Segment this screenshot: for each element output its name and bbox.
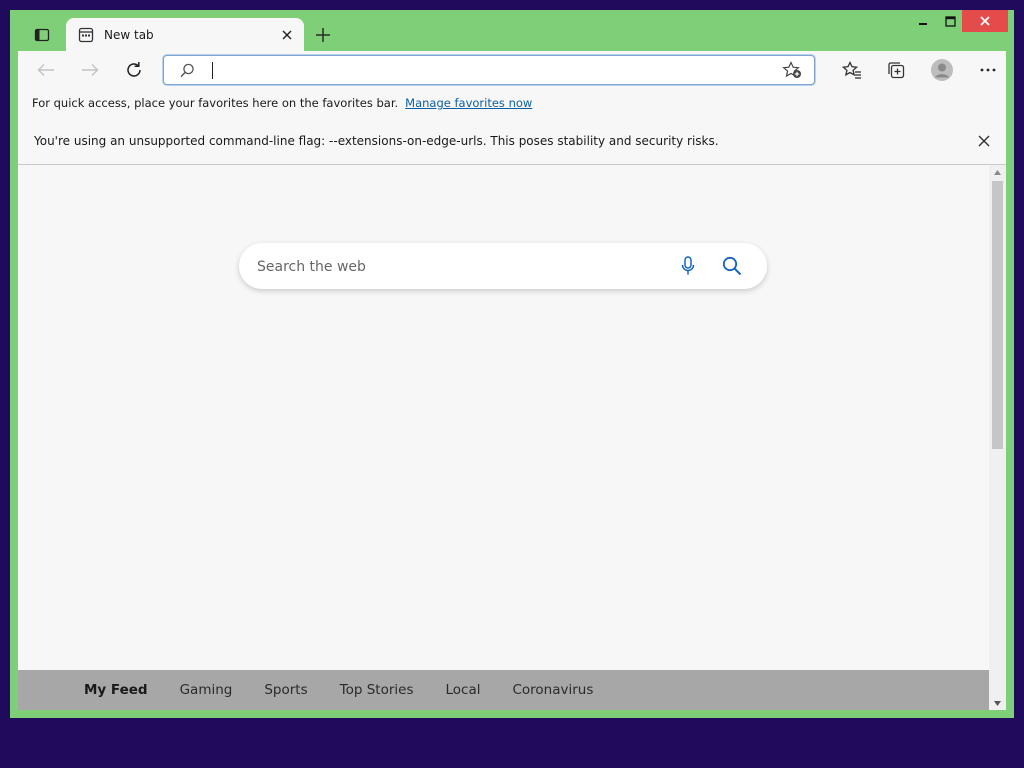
infobar-message: You're using an unsupported command-line… [34,133,719,148]
back-button[interactable] [30,56,62,84]
maximize-icon [944,15,956,27]
web-search-submit-button[interactable] [720,254,744,278]
voice-search-button[interactable] [677,255,699,277]
feed-tab-coronavirus[interactable]: Coronavirus [512,682,593,698]
triangle-up-icon [994,169,1001,175]
plus-icon [316,28,330,42]
web-search-box [239,243,767,291]
infobar-close-button[interactable] [970,127,998,155]
scroll-up-button[interactable] [989,165,1006,179]
feed-nav-bar: My Feed Gaming Sports Top Stories Local … [18,670,989,710]
tab-actions-button[interactable] [28,22,56,48]
text-caret [212,62,213,79]
feed-tab-sports[interactable]: Sports [264,682,307,698]
collections-button[interactable] [880,56,912,84]
minimize-button[interactable] [908,10,938,32]
search-icon [180,63,195,82]
favorites-button[interactable] [836,56,868,84]
arrow-right-icon [82,64,99,76]
collections-icon [888,62,905,79]
search-icon [722,256,742,276]
manage-favorites-link[interactable]: Manage favorites now [405,96,532,110]
address-bar[interactable] [163,55,815,85]
tab-close-button[interactable] [276,24,298,46]
minimize-icon [919,23,927,25]
tab-new-tab[interactable]: New tab [66,18,304,51]
add-favorite-button[interactable] [782,61,802,83]
profile-button[interactable] [926,56,958,84]
favorites-bar: For quick access, place your favorites h… [18,89,1006,117]
tab-actions-icon [34,28,50,42]
scroll-down-button[interactable] [989,696,1006,710]
feed-tab-gaming[interactable]: Gaming [180,682,233,698]
avatar-icon [931,59,953,81]
feed-tab-my-feed[interactable]: My Feed [84,682,148,698]
favorites-star-list-icon [842,61,861,79]
new-tab-page: My Feed Gaming Sports Top Stories Local … [18,165,989,710]
arrow-left-icon [37,64,54,76]
page-scrollbar[interactable] [989,165,1006,710]
forward-button[interactable] [74,56,106,84]
new-tab-button[interactable] [310,22,336,48]
maximize-button[interactable] [938,10,962,32]
star-add-icon [782,61,801,78]
browser-window: New tab For quick access, place your fav… [10,10,1014,718]
close-icon [978,135,990,146]
feed-tab-local[interactable]: Local [445,682,480,698]
web-search-input[interactable] [255,243,659,291]
tab-title: New tab [104,27,154,42]
close-icon [980,16,990,26]
favorites-bar-message: For quick access, place your favorites h… [32,96,399,110]
new-tab-favicon-icon [78,27,94,43]
microphone-icon [681,256,695,275]
refresh-button[interactable] [118,56,150,84]
refresh-icon [127,62,141,77]
settings-more-button[interactable] [972,56,1004,84]
browser-toolbar [18,51,1006,89]
triangle-down-icon [994,700,1001,706]
close-icon [282,30,292,39]
more-dots-icon [980,68,996,72]
feed-tab-top-stories[interactable]: Top Stories [340,682,414,698]
unsupported-flag-infobar: You're using an unsupported command-line… [18,117,1006,165]
window-close-button[interactable] [962,10,1008,32]
scrollbar-thumb[interactable] [992,181,1003,449]
tab-strip: New tab [10,10,1014,51]
